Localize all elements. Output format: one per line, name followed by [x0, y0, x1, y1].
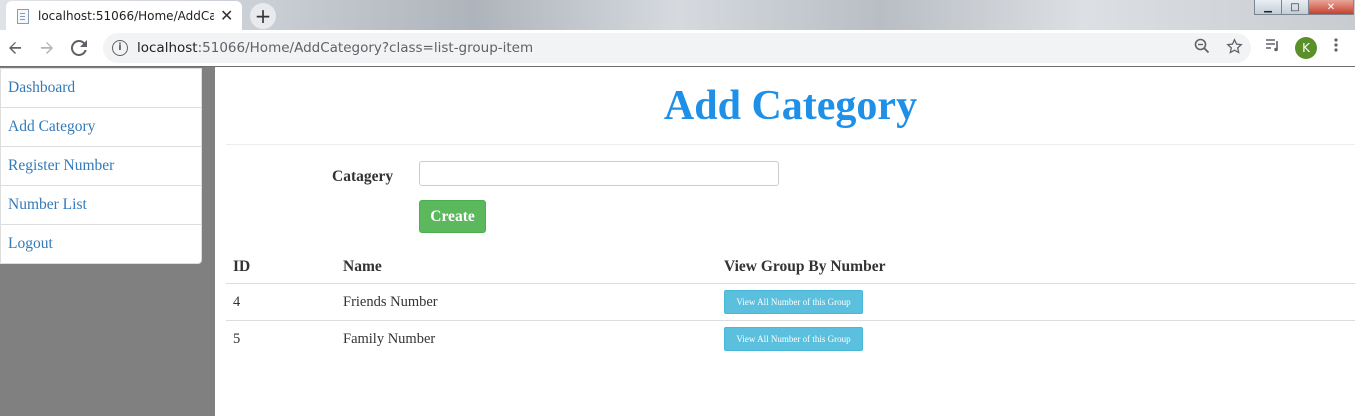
tab-close-icon[interactable]: ✕ [220, 7, 233, 24]
view-all-numbers-button[interactable]: View All Number of this Group [724, 290, 863, 314]
zoom-icon[interactable] [1194, 38, 1210, 58]
back-arrow-icon[interactable] [3, 36, 27, 60]
cell-action: View All Number of this Group [717, 283, 1355, 321]
media-queue-icon[interactable] [1265, 37, 1281, 57]
create-button[interactable]: Create [419, 200, 486, 233]
browser-toolbar: i localhost:51066/Home/AddCategory?class… [0, 30, 1355, 67]
title-divider [226, 144, 1355, 145]
tab-title: localhost:51066/Home/AddCateg [38, 8, 214, 23]
column-header-id: ID [226, 250, 336, 284]
cell-name: Friends Number [336, 283, 717, 321]
address-bar[interactable]: i localhost:51066/Home/AddCategory?class… [103, 33, 1251, 63]
sidebar-item-logout[interactable]: Logout [1, 225, 201, 263]
category-table: ID Name View Group By Number 4 Friends N… [226, 250, 1355, 357]
bookmark-star-icon[interactable] [1226, 38, 1243, 59]
new-tab-button[interactable]: + [250, 3, 276, 29]
cell-id: 5 [233, 330, 241, 347]
site-info-icon[interactable]: i [112, 40, 128, 56]
category-input[interactable] [419, 161, 779, 186]
profile-avatar[interactable]: K [1295, 37, 1317, 59]
url-text: localhost:51066/Home/AddCategory?class=l… [137, 40, 534, 56]
category-label: Catagery [332, 168, 394, 185]
column-header-view-group: View Group By Number [717, 250, 1355, 284]
page-title: Add Category [663, 83, 918, 129]
sidebar-item-register-number[interactable]: Register Number [1, 147, 201, 186]
cell-name: Family Number [343, 330, 436, 347]
forward-arrow-icon[interactable] [35, 36, 59, 60]
table-row: 4 Friends Number View All Number of this… [226, 283, 1355, 321]
close-window-button[interactable]: ✕ [1308, 0, 1354, 15]
cell-id: 4 [226, 283, 336, 321]
sidebar-item-add-category[interactable]: Add Category [1, 108, 201, 147]
browser-tab[interactable]: localhost:51066/Home/AddCateg ✕ [6, 1, 242, 30]
maximize-window-button[interactable]: □ [1281, 0, 1309, 15]
sidebar-nav: Dashboard Add Category Register Number N… [0, 68, 202, 264]
browser-tabstrip: localhost:51066/Home/AddCateg ✕ + ▁ □ ✕ [0, 0, 1355, 30]
sidebar-item-dashboard[interactable]: Dashboard [1, 69, 201, 108]
view-all-numbers-button[interactable]: View All Number of this Group [724, 327, 863, 351]
page-favicon-icon [16, 8, 30, 24]
cell-action: View All Number of this Group [717, 321, 1355, 358]
menu-kebab-icon[interactable] [1333, 37, 1341, 57]
minimize-window-button[interactable]: ▁ [1254, 0, 1282, 15]
column-header-name: Name [336, 250, 717, 284]
sidebar-item-number-list[interactable]: Number List [1, 186, 201, 225]
table-row: 5 Family Number View All Number of this … [226, 321, 1355, 358]
table-header-row: ID Name View Group By Number [226, 250, 1355, 284]
reload-icon[interactable] [67, 36, 91, 60]
